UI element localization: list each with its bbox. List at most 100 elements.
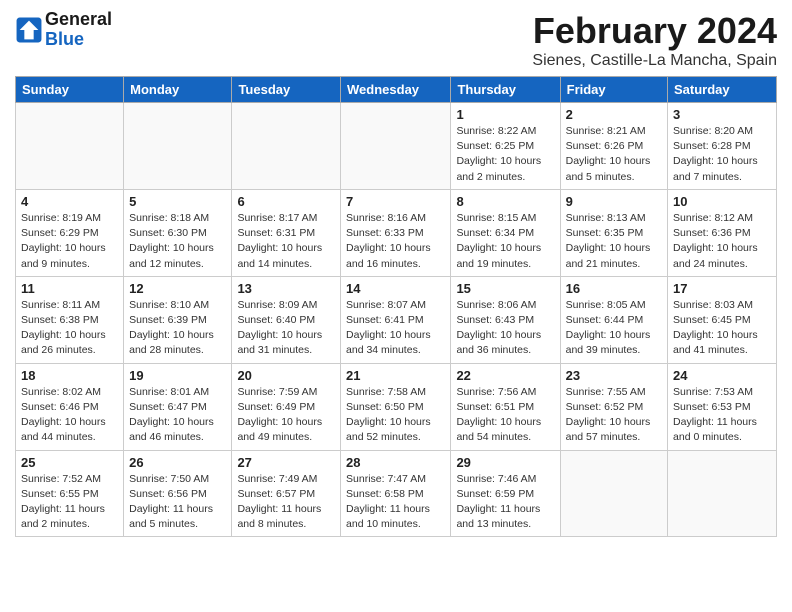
day-info: Sunrise: 7:52 AM Sunset: 6:55 PM Dayligh… <box>21 472 118 533</box>
calendar-cell: 14 Sunrise: 8:07 AM Sunset: 6:41 PM Dayli… <box>341 276 451 363</box>
calendar-cell: 1 Sunrise: 8:22 AM Sunset: 6:25 PM Daylig… <box>451 103 560 190</box>
calendar-cell: 12 Sunrise: 8:10 AM Sunset: 6:39 PM Dayli… <box>124 276 232 363</box>
day-number: 22 <box>456 368 554 383</box>
calendar-cell <box>124 103 232 190</box>
week-row-5: 25 Sunrise: 7:52 AM Sunset: 6:55 PM Dayli… <box>16 450 777 537</box>
day-number: 23 <box>566 368 662 383</box>
col-header-friday: Friday <box>560 77 667 103</box>
day-number: 6 <box>237 194 335 209</box>
week-row-2: 4Sunrise: 8:19 AM Sunset: 6:29 PM Daylig… <box>16 189 777 276</box>
col-header-tuesday: Tuesday <box>232 77 341 103</box>
day-info: Sunrise: 7:56 AM Sunset: 6:51 PM Dayligh… <box>456 385 554 446</box>
day-number: 28 <box>346 455 445 470</box>
day-number: 27 <box>237 455 335 470</box>
day-info: Sunrise: 7:59 AM Sunset: 6:49 PM Dayligh… <box>237 385 335 446</box>
day-info: Sunrise: 8:03 AM Sunset: 6:45 PM Dayligh… <box>673 298 771 359</box>
day-number: 10 <box>673 194 771 209</box>
calendar-cell: 25 Sunrise: 7:52 AM Sunset: 6:55 PM Dayli… <box>16 450 124 537</box>
day-info: Sunrise: 7:49 AM Sunset: 6:57 PM Dayligh… <box>237 472 335 533</box>
calendar-cell: 29Sunrise: 7:46 AM Sunset: 6:59 PM Dayli… <box>451 450 560 537</box>
day-info: Sunrise: 8:15 AM Sunset: 6:34 PM Dayligh… <box>456 211 554 272</box>
calendar-cell: 22 Sunrise: 7:56 AM Sunset: 6:51 PM Dayli… <box>451 363 560 450</box>
logo-general: General <box>45 9 112 29</box>
day-info: Sunrise: 8:11 AM Sunset: 6:38 PM Dayligh… <box>21 298 118 359</box>
calendar-cell: 10 Sunrise: 8:12 AM Sunset: 6:36 PM Dayli… <box>668 189 777 276</box>
calendar-cell <box>560 450 667 537</box>
day-info: Sunrise: 8:21 AM Sunset: 6:26 PM Dayligh… <box>566 124 662 185</box>
day-number: 19 <box>129 368 226 383</box>
day-info: Sunrise: 8:05 AM Sunset: 6:44 PM Dayligh… <box>566 298 662 359</box>
calendar-cell <box>16 103 124 190</box>
day-number: 3 <box>673 107 771 122</box>
day-info: Sunrise: 8:10 AM Sunset: 6:39 PM Dayligh… <box>129 298 226 359</box>
day-number: 5 <box>129 194 226 209</box>
calendar-cell: 26Sunrise: 7:50 AM Sunset: 6:56 PM Dayli… <box>124 450 232 537</box>
calendar-cell: 16Sunrise: 8:05 AM Sunset: 6:44 PM Dayli… <box>560 276 667 363</box>
calendar-cell: 6 Sunrise: 8:17 AM Sunset: 6:31 PM Daylig… <box>232 189 341 276</box>
col-header-monday: Monday <box>124 77 232 103</box>
calendar: SundayMondayTuesdayWednesdayThursdayFrid… <box>15 76 777 537</box>
day-number: 12 <box>129 281 226 296</box>
calendar-cell: 23 Sunrise: 7:55 AM Sunset: 6:52 PM Dayli… <box>560 363 667 450</box>
calendar-cell: 21Sunrise: 7:58 AM Sunset: 6:50 PM Dayli… <box>341 363 451 450</box>
calendar-cell: 18 Sunrise: 8:02 AM Sunset: 6:46 PM Dayli… <box>16 363 124 450</box>
location: Sienes, Castille-La Mancha, Spain <box>532 52 777 70</box>
calendar-cell: 15 Sunrise: 8:06 AM Sunset: 6:43 PM Dayli… <box>451 276 560 363</box>
day-number: 8 <box>456 194 554 209</box>
day-number: 1 <box>456 107 554 122</box>
title-block: February 2024 Sienes, Castille-La Mancha… <box>532 10 777 70</box>
day-info: Sunrise: 8:02 AM Sunset: 6:46 PM Dayligh… <box>21 385 118 446</box>
calendar-cell: 9 Sunrise: 8:13 AM Sunset: 6:35 PM Daylig… <box>560 189 667 276</box>
calendar-cell: 20 Sunrise: 7:59 AM Sunset: 6:49 PM Dayli… <box>232 363 341 450</box>
day-info: Sunrise: 8:06 AM Sunset: 6:43 PM Dayligh… <box>456 298 554 359</box>
calendar-cell: 24 Sunrise: 7:53 AM Sunset: 6:53 PM Dayli… <box>668 363 777 450</box>
day-number: 25 <box>21 455 118 470</box>
day-number: 18 <box>21 368 118 383</box>
day-info: Sunrise: 7:50 AM Sunset: 6:56 PM Dayligh… <box>129 472 226 533</box>
day-number: 20 <box>237 368 335 383</box>
day-info: Sunrise: 8:12 AM Sunset: 6:36 PM Dayligh… <box>673 211 771 272</box>
day-number: 14 <box>346 281 445 296</box>
calendar-cell: 19 Sunrise: 8:01 AM Sunset: 6:47 PM Dayli… <box>124 363 232 450</box>
day-number: 24 <box>673 368 771 383</box>
calendar-cell <box>341 103 451 190</box>
day-info: Sunrise: 8:01 AM Sunset: 6:47 PM Dayligh… <box>129 385 226 446</box>
day-number: 17 <box>673 281 771 296</box>
day-number: 2 <box>566 107 662 122</box>
day-number: 15 <box>456 281 554 296</box>
calendar-cell: 17 Sunrise: 8:03 AM Sunset: 6:45 PM Dayli… <box>668 276 777 363</box>
day-info: Sunrise: 7:53 AM Sunset: 6:53 PM Dayligh… <box>673 385 771 446</box>
calendar-cell: 3 Sunrise: 8:20 AM Sunset: 6:28 PM Daylig… <box>668 103 777 190</box>
day-number: 21 <box>346 368 445 383</box>
calendar-cell <box>232 103 341 190</box>
week-row-1: 1 Sunrise: 8:22 AM Sunset: 6:25 PM Daylig… <box>16 103 777 190</box>
logo: General Blue <box>15 10 112 50</box>
week-row-3: 11Sunrise: 8:11 AM Sunset: 6:38 PM Dayli… <box>16 276 777 363</box>
day-info: Sunrise: 8:17 AM Sunset: 6:31 PM Dayligh… <box>237 211 335 272</box>
col-header-saturday: Saturday <box>668 77 777 103</box>
week-row-4: 18 Sunrise: 8:02 AM Sunset: 6:46 PM Dayli… <box>16 363 777 450</box>
logo-icon <box>15 16 43 44</box>
calendar-cell: 7Sunrise: 8:16 AM Sunset: 6:33 PM Daylig… <box>341 189 451 276</box>
calendar-cell: 4Sunrise: 8:19 AM Sunset: 6:29 PM Daylig… <box>16 189 124 276</box>
col-header-wednesday: Wednesday <box>341 77 451 103</box>
calendar-cell: 11Sunrise: 8:11 AM Sunset: 6:38 PM Dayli… <box>16 276 124 363</box>
day-info: Sunrise: 8:09 AM Sunset: 6:40 PM Dayligh… <box>237 298 335 359</box>
day-info: Sunrise: 8:13 AM Sunset: 6:35 PM Dayligh… <box>566 211 662 272</box>
calendar-cell <box>668 450 777 537</box>
day-info: Sunrise: 7:55 AM Sunset: 6:52 PM Dayligh… <box>566 385 662 446</box>
calendar-cell: 5 Sunrise: 8:18 AM Sunset: 6:30 PM Daylig… <box>124 189 232 276</box>
day-info: Sunrise: 8:20 AM Sunset: 6:28 PM Dayligh… <box>673 124 771 185</box>
day-number: 4 <box>21 194 118 209</box>
day-number: 9 <box>566 194 662 209</box>
col-header-thursday: Thursday <box>451 77 560 103</box>
day-info: Sunrise: 8:18 AM Sunset: 6:30 PM Dayligh… <box>129 211 226 272</box>
month-title: February 2024 <box>532 10 777 52</box>
day-info: Sunrise: 8:22 AM Sunset: 6:25 PM Dayligh… <box>456 124 554 185</box>
calendar-cell: 27 Sunrise: 7:49 AM Sunset: 6:57 PM Dayli… <box>232 450 341 537</box>
day-number: 7 <box>346 194 445 209</box>
logo-blue: Blue <box>45 29 84 49</box>
day-info: Sunrise: 8:07 AM Sunset: 6:41 PM Dayligh… <box>346 298 445 359</box>
col-header-sunday: Sunday <box>16 77 124 103</box>
calendar-cell: 28Sunrise: 7:47 AM Sunset: 6:58 PM Dayli… <box>341 450 451 537</box>
